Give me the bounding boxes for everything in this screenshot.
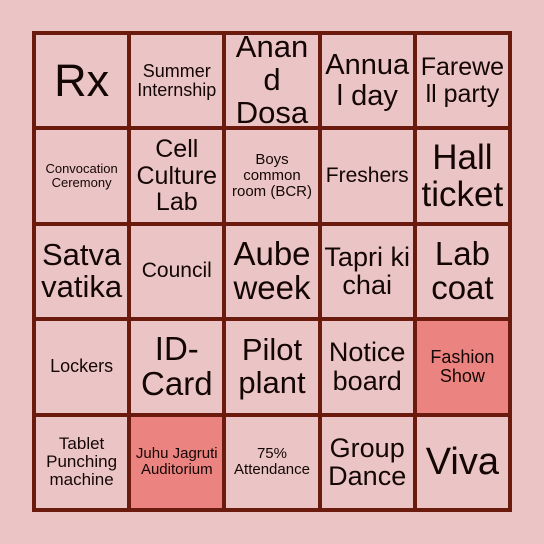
bingo-cell-r4c1[interactable]: Lockers: [36, 321, 128, 413]
bingo-cell-label: Aube week: [233, 234, 311, 307]
bingo-card-grid: Rx Summer Internship Anand Dosa Annual day F…: [32, 31, 512, 512]
bingo-cell-r5c2[interactable]: Juhu Jagruti Auditorium: [131, 416, 223, 508]
bingo-cell-label: Juhu Jagruti Auditorium: [135, 445, 218, 479]
bingo-cell-r3c4[interactable]: Tapri ki chai: [321, 225, 413, 318]
bingo-cell-label: Group Dance: [328, 432, 407, 492]
bingo-cell-r5c1[interactable]: Tablet Punching machine: [36, 416, 128, 508]
bingo-cell-r2c1[interactable]: Convocation Ceremony: [36, 130, 128, 222]
bingo-cell-r2c3[interactable]: Boys common room (BCR): [226, 130, 318, 222]
bingo-cell-label: Lab coat: [431, 234, 494, 307]
bingo-cell-label: Tablet Punching machine: [46, 434, 118, 490]
bingo-cell-r3c1[interactable]: Satva vatika: [36, 225, 128, 318]
bingo-cell-r1c1[interactable]: Rx: [36, 35, 128, 127]
bingo-cell-r4c2[interactable]: ID-Card: [131, 321, 223, 413]
bingo-cell-label: Lockers: [50, 356, 114, 377]
bingo-cell-r3c3[interactable]: Aube week: [226, 225, 318, 318]
bingo-cell-r4c4[interactable]: Notice board: [321, 321, 413, 413]
bingo-cell-r1c4[interactable]: Annual day: [321, 35, 413, 127]
bingo-cell-label: Annual day: [325, 48, 410, 112]
bingo-cell-label: Cell Culture Lab: [136, 135, 218, 217]
bingo-cell-label: Satva vatika: [41, 236, 123, 305]
bingo-cell-r5c5[interactable]: Viva: [416, 416, 508, 508]
bingo-cell-r4c5[interactable]: Fashion Show: [416, 321, 508, 413]
bingo-cell-label: Viva: [425, 441, 500, 484]
bingo-cell-label: Summer Internship: [137, 60, 217, 100]
bingo-cell-r1c2[interactable]: Summer Internship: [131, 35, 223, 127]
bingo-cell-label: Hall ticket: [421, 138, 504, 215]
bingo-cell-r2c5[interactable]: Hall ticket: [416, 130, 508, 222]
bingo-cell-label: Tapri ki chai: [324, 241, 410, 301]
bingo-cell-label: Rx: [54, 54, 110, 106]
bingo-cell-r1c3[interactable]: Anand Dosa: [226, 35, 318, 127]
bingo-cell-label: Freshers: [325, 163, 409, 187]
bingo-cell-label: Boys common room (BCR): [231, 151, 312, 201]
bingo-cell-label: Pilot plant: [238, 332, 306, 400]
bingo-cell-r5c3[interactable]: 75% Attendance: [226, 416, 318, 508]
bingo-cell-r5c4[interactable]: Group Dance: [321, 416, 413, 508]
bingo-cell-label: Anand Dosa: [235, 35, 309, 127]
bingo-cell-label: Notice board: [328, 337, 406, 396]
bingo-cell-r4c3[interactable]: Pilot plant: [226, 321, 318, 413]
bingo-cell-label: Convocation Ceremony: [45, 161, 118, 191]
bingo-cell-label: Fashion Show: [430, 346, 495, 386]
bingo-cell-r3c2[interactable]: Council: [131, 225, 223, 318]
bingo-cell-label: 75% Attendance: [234, 445, 310, 479]
bingo-cell-label: Council: [141, 259, 212, 283]
bingo-cell-r2c4[interactable]: Freshers: [321, 130, 413, 222]
bingo-cell-label: ID-Card: [141, 329, 213, 402]
bingo-cell-r2c2[interactable]: Cell Culture Lab: [131, 130, 223, 222]
bingo-cell-label: Farewell party: [420, 53, 505, 108]
bingo-cell-r3c5[interactable]: Lab coat: [416, 225, 508, 318]
bingo-cell-r1c5[interactable]: Farewell party: [416, 35, 508, 127]
